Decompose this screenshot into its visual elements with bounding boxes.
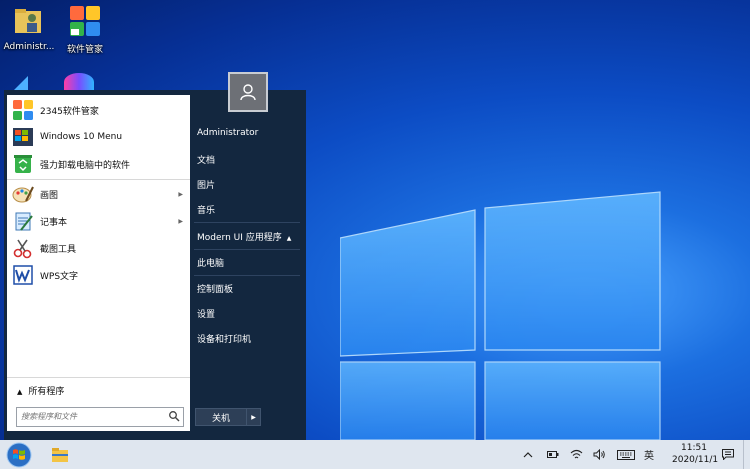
desktop-icon-label: Administr... xyxy=(3,42,55,52)
recent-item-paint[interactable]: 画图 ▶ xyxy=(9,181,187,207)
tray-volume[interactable] xyxy=(591,440,607,469)
separator xyxy=(194,249,300,250)
wifi-icon xyxy=(570,449,582,459)
windows-orb-icon xyxy=(6,442,32,467)
chevron-up-icon xyxy=(523,452,533,458)
desktop-icon-administrator[interactable]: Administr... xyxy=(0,5,60,52)
settings-link[interactable]: 设置 xyxy=(197,307,215,320)
item-label: 截图工具 xyxy=(40,244,77,255)
pictures-link[interactable]: 图片 xyxy=(197,178,215,191)
item-label: 强力卸载电脑中的软件 xyxy=(40,160,131,171)
item-label: 画图 xyxy=(40,190,59,201)
speaker-icon xyxy=(593,449,605,460)
user-avatar[interactable] xyxy=(228,72,268,112)
item-label: 记事本 xyxy=(40,217,68,228)
separator xyxy=(7,179,190,180)
folder-icon xyxy=(52,447,68,462)
submenu-arrow-icon: ▲ xyxy=(286,235,292,242)
devices-printers-link[interactable]: 设备和打印机 xyxy=(197,332,251,345)
windows-menu-icon xyxy=(13,128,33,146)
show-desktop-button[interactable] xyxy=(743,440,750,469)
item-label: WPS文字 xyxy=(40,271,79,282)
search-input[interactable] xyxy=(17,408,161,424)
submenu-arrow-icon[interactable]: ▶ xyxy=(178,218,183,225)
notification-icon xyxy=(722,449,734,460)
search-icon[interactable] xyxy=(168,410,180,422)
start-menu-programs-pane: 2345软件管家 Windows 10 Menu 强力卸载电脑中的软件 画图 ▶… xyxy=(7,95,190,431)
search-box[interactable] xyxy=(16,407,184,427)
item-label: Windows 10 Menu xyxy=(40,132,123,142)
pinned-item-windows-10-menu[interactable]: Windows 10 Menu xyxy=(9,124,187,150)
software-manager-icon xyxy=(70,6,100,36)
taskbar: 英 11:51 2020/11/1 xyxy=(0,440,750,469)
music-link[interactable]: 音乐 xyxy=(197,203,215,216)
separator xyxy=(194,275,300,276)
keyboard-icon xyxy=(617,449,635,460)
notepad-icon xyxy=(15,212,33,231)
tray-touch-keyboard[interactable] xyxy=(615,440,637,469)
snipping-tool-icon xyxy=(13,239,32,259)
partially-hidden-desktop-icon[interactable] xyxy=(14,76,28,90)
recent-item-snipping-tool[interactable]: 截图工具 xyxy=(9,235,187,261)
modern-ui-apps-link[interactable]: Modern UI 应用程序 ▲ xyxy=(197,230,291,243)
start-button[interactable] xyxy=(4,441,34,468)
software-manager-icon xyxy=(13,100,33,120)
modern-ui-apps-label: Modern UI 应用程序 xyxy=(197,233,282,243)
submenu-arrow-icon[interactable]: ▶ xyxy=(178,191,183,198)
recent-item-notepad[interactable]: 记事本 ▶ xyxy=(9,208,187,234)
separator xyxy=(7,377,190,378)
battery-icon xyxy=(547,451,559,458)
recycle-uninstall-icon xyxy=(14,155,32,173)
windows-logo-wallpaper xyxy=(340,191,661,440)
taskbar-clock[interactable]: 11:51 2020/11/1 xyxy=(672,442,719,466)
tray-overflow-button[interactable] xyxy=(520,440,536,469)
control-panel-link[interactable]: 控制面板 xyxy=(197,282,233,295)
user-folder-icon xyxy=(15,9,41,33)
tray-battery[interactable] xyxy=(545,440,561,469)
tray-network[interactable] xyxy=(568,440,584,469)
all-programs-label: 所有程序 xyxy=(28,387,65,397)
expand-arrow-icon: ▲ xyxy=(17,388,23,396)
tray-notifications[interactable] xyxy=(719,440,737,469)
start-menu: 2345软件管家 Windows 10 Menu 强力卸载电脑中的软件 画图 ▶… xyxy=(4,72,306,440)
paint-icon xyxy=(12,186,34,203)
chevron-right-icon: ▶ xyxy=(251,413,256,421)
all-programs-button[interactable]: ▲ 所有程序 xyxy=(17,384,64,397)
partially-hidden-desktop-icon[interactable] xyxy=(64,73,94,91)
recent-item-wps-writer[interactable]: WPS文字 xyxy=(9,262,187,288)
user-name-link[interactable]: Administrator xyxy=(197,128,258,138)
tray-input-method[interactable]: 英 xyxy=(640,440,658,469)
pinned-item-uninstaller[interactable]: 强力卸载电脑中的软件 xyxy=(9,151,187,177)
shutdown-options-button[interactable]: ▶ xyxy=(247,408,261,426)
shutdown-button[interactable]: 关机 xyxy=(195,408,247,426)
clock-date: 2020/11/1 xyxy=(672,455,719,465)
pinned-item-2345[interactable]: 2345软件管家 xyxy=(9,97,187,123)
wps-writer-icon xyxy=(13,265,33,285)
this-pc-link[interactable]: 此电脑 xyxy=(197,256,224,269)
separator xyxy=(194,222,300,223)
desktop-icon-label: 软件管家 xyxy=(66,45,103,55)
item-label: 2345软件管家 xyxy=(40,106,99,117)
taskbar-file-explorer[interactable] xyxy=(48,443,72,466)
clock-time: 11:51 xyxy=(681,443,707,453)
user-icon xyxy=(240,84,256,101)
desktop-icon-software-manager[interactable]: 软件管家 xyxy=(54,5,116,55)
documents-link[interactable]: 文档 xyxy=(197,153,215,166)
